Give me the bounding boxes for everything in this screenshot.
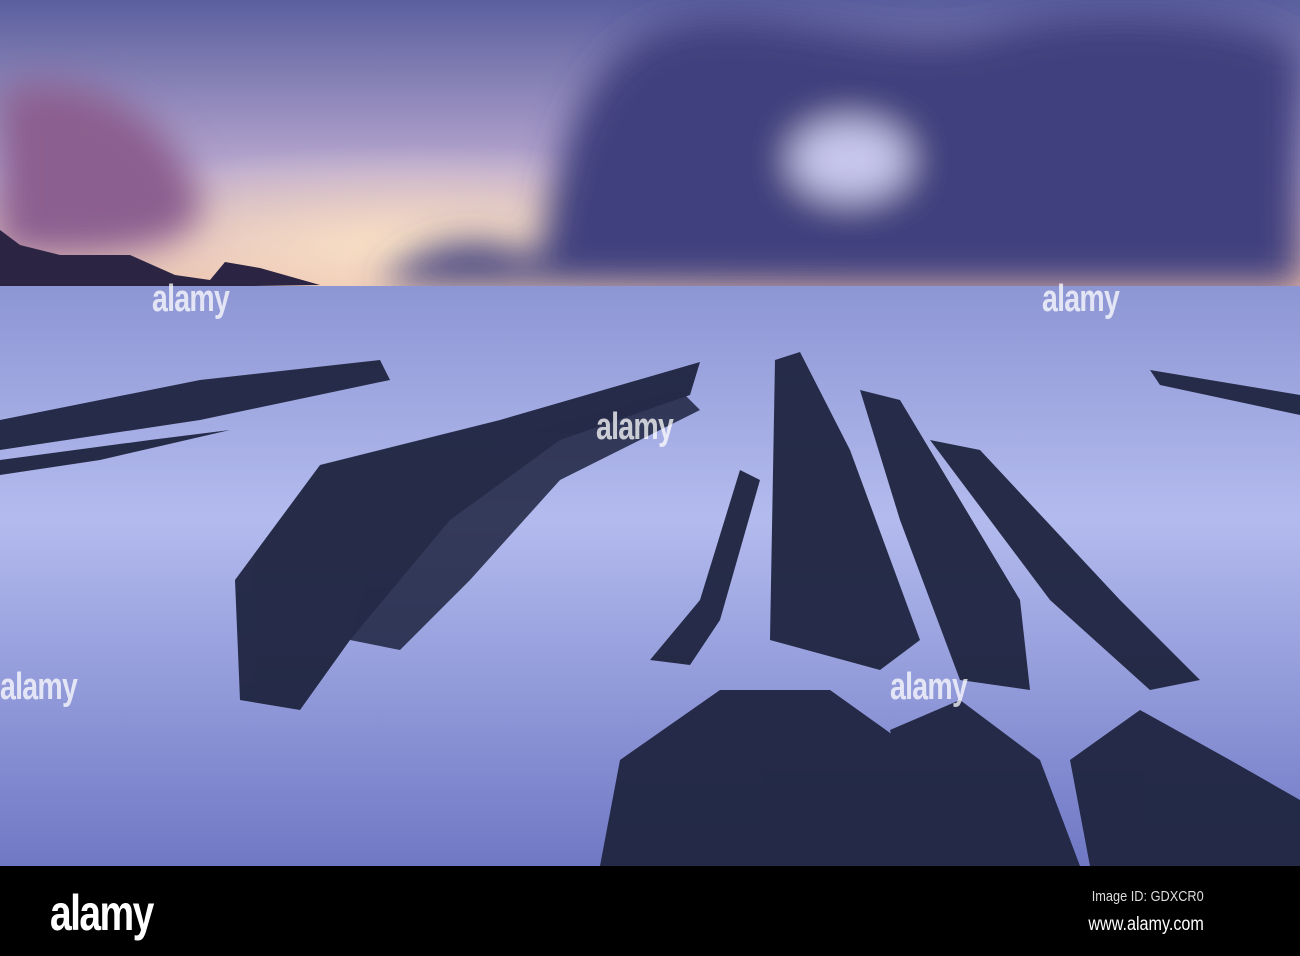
watermark: alamy xyxy=(1042,278,1120,320)
alamy-logo: alamy xyxy=(50,885,154,941)
site-url: www.alamy.com xyxy=(1088,914,1204,935)
image-id: Image ID: GDXCR0 xyxy=(1092,888,1204,905)
watermark: alamy xyxy=(0,666,78,708)
stock-photo: alamy alamy alamy alamy alamy alamy Imag… xyxy=(0,0,1300,956)
footer-bar: alamy Image ID: GDXCR0 www.alamy.com xyxy=(0,866,1300,956)
watermark: alamy xyxy=(890,666,968,708)
watermark: alamy xyxy=(152,278,230,320)
watermark: alamy xyxy=(596,406,674,448)
